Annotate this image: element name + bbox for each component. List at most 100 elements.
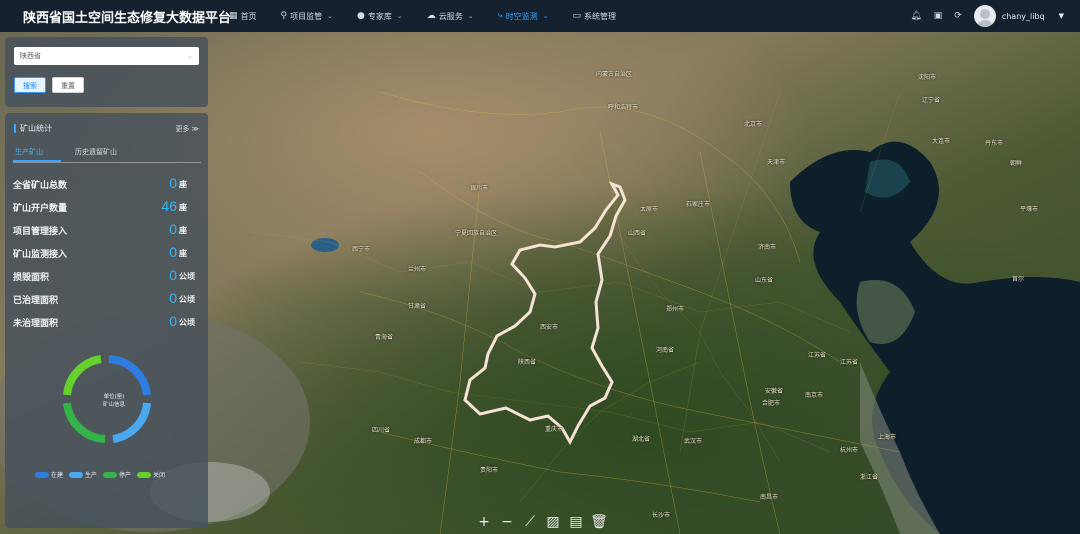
- map-label: 贵阳市: [480, 467, 499, 474]
- caret-down-icon[interactable]: ▼: [1059, 12, 1064, 20]
- stat-row-unrestored-area: 未治理面积 0 公顷: [13, 313, 203, 332]
- nav-label: 项目监管: [290, 11, 323, 21]
- map-label: 平壤市: [1020, 206, 1039, 213]
- reset-button[interactable]: 重置: [52, 77, 84, 93]
- branch-icon: ⤷: [497, 11, 503, 21]
- map-label: 江苏省: [840, 359, 859, 366]
- stat-label: 矿山开户数量: [13, 204, 68, 214]
- map-label: 朝鲜: [1010, 160, 1023, 167]
- stat-unit: 座: [179, 249, 187, 258]
- legend-item[interactable]: 关闭: [137, 470, 165, 479]
- stat-row-damaged-area: 损毁面积 0 公顷: [13, 267, 203, 286]
- legend-item[interactable]: 生产: [69, 470, 97, 479]
- ring-caption: 矿山信息: [102, 402, 125, 408]
- map-label: 安徽省: [765, 388, 784, 395]
- legend-item[interactable]: 停产: [103, 470, 131, 479]
- search-button[interactable]: 搜索: [14, 77, 46, 93]
- map-label: 济南市: [758, 244, 777, 251]
- nav-item-monitor[interactable]: ⤷ 时空监测 ⌄: [498, 11, 549, 22]
- stat-row-restored-area: 已治理面积 0 公顷: [13, 290, 203, 309]
- chevron-down-icon: ⌄: [542, 12, 549, 20]
- map-label: 辽宁省: [922, 97, 941, 104]
- map-label: 山东省: [755, 277, 774, 284]
- tab-production-mines[interactable]: 生产矿山: [15, 147, 43, 157]
- active-tab-indicator: [13, 160, 61, 162]
- map-label: 西宁市: [352, 246, 371, 253]
- stat-unit: 公顷: [179, 295, 195, 304]
- legend-swatch: [69, 471, 84, 478]
- more-link[interactable]: 更多 ≫: [175, 124, 199, 134]
- stat-unit: 座: [179, 180, 187, 189]
- map-label: 甘肃省: [408, 303, 427, 310]
- mine-stats-panel: 矿山统计 更多 ≫ 生产矿山 历史遗留矿山 全省矿山总数 0 座 矿山开户数量 …: [5, 113, 208, 528]
- link-icon: ⚲: [280, 11, 288, 21]
- screen-icon[interactable]: ▣: [934, 11, 943, 21]
- legend-swatch: [35, 471, 49, 478]
- stat-row-accounts: 矿山开户数量 46 座: [13, 198, 203, 217]
- nav-item-experts[interactable]: ● 专家库 ⌄: [357, 11, 403, 22]
- chevron-down-icon: ⌄: [327, 12, 333, 20]
- stat-label: 全省矿山总数: [13, 181, 68, 191]
- stat-unit: 公顷: [179, 272, 195, 281]
- stat-unit: 座: [179, 203, 187, 212]
- stat-unit: 座: [179, 226, 187, 235]
- tab-legacy-mines[interactable]: 历史遗留矿山: [75, 147, 117, 157]
- map-label: 天津市: [767, 159, 786, 166]
- measure-line-icon[interactable]: ⟋: [520, 513, 540, 531]
- map-label: 银川市: [470, 185, 489, 192]
- nav-item-cloud[interactable]: ☁ 云服务 ⌄: [427, 11, 474, 22]
- map-label: 南京市: [805, 392, 824, 399]
- map-label: 陕西省: [518, 359, 537, 366]
- map-label: 太原市: [640, 206, 659, 213]
- stat-value: 0: [169, 267, 177, 283]
- zoom-in-icon[interactable]: +: [474, 513, 494, 531]
- map-label: 丹东市: [985, 140, 1004, 147]
- map-label: 大连市: [932, 138, 951, 145]
- nav-item-project[interactable]: ⚲ 项目监管 ⌄: [281, 11, 333, 22]
- map-label: 郑州市: [666, 306, 685, 313]
- map-label: 武汉市: [684, 438, 703, 445]
- region-select-value: 陕西省: [20, 52, 41, 60]
- legend-swatch: [103, 471, 118, 478]
- ring-legend: 在建 生产 停产 关闭: [35, 470, 171, 479]
- panel-title: 矿山统计: [14, 124, 52, 133]
- avatar[interactable]: [973, 5, 996, 27]
- nav-label: 云服务: [438, 11, 463, 21]
- delete-icon[interactable]: 🗑: [589, 513, 609, 531]
- refresh-icon[interactable]: ⟳: [954, 11, 962, 21]
- ring-center-text: 单位(座) 矿山信息: [79, 393, 149, 409]
- map-label: 石家庄市: [686, 201, 711, 208]
- measure-area-icon[interactable]: ▨: [543, 513, 563, 531]
- stat-unit: 公顷: [179, 318, 195, 327]
- map-label: 首尔: [1012, 276, 1025, 283]
- stat-value: 46: [161, 198, 177, 214]
- map-label: 湖北省: [632, 436, 651, 443]
- bell-icon[interactable]: 🔔︎: [910, 11, 921, 21]
- stat-value: 0: [169, 313, 177, 329]
- legend-swatch: [137, 471, 152, 478]
- nav-label: 时空监测: [505, 11, 538, 21]
- cloud-icon: ☁: [426, 11, 436, 21]
- map-label: 沈阳市: [918, 74, 937, 81]
- nav-item-system[interactable]: ▭ 系统管理: [573, 11, 617, 22]
- stat-label: 矿山监测接入: [13, 250, 68, 260]
- nav-label: 系统管理: [584, 11, 617, 21]
- nav-label: 专家库: [367, 11, 392, 21]
- stats-tabs: 生产矿山 历史遗留矿山: [13, 144, 201, 163]
- map-label: 重庆市: [545, 426, 564, 433]
- legend-item[interactable]: 在建: [35, 470, 63, 479]
- map-label: 合肥市: [762, 400, 781, 407]
- ring-segment-building: [108, 355, 151, 396]
- map-label: 山西省: [628, 230, 647, 237]
- stat-label: 损毁面积: [13, 273, 50, 283]
- region-select[interactable]: 陕西省 ⌄: [14, 47, 199, 65]
- region-filter-panel: 陕西省 ⌄ 搜索 重置: [5, 37, 208, 107]
- nav-item-home[interactable]: ▦ 首页: [229, 11, 257, 22]
- stat-value: 0: [169, 175, 177, 191]
- ring-unit-label: 单位(座): [103, 394, 125, 400]
- map-label: 青海省: [375, 334, 394, 341]
- user-name[interactable]: chany_libq: [1002, 12, 1045, 21]
- zoom-out-icon[interactable]: −: [497, 513, 517, 531]
- draw-rect-icon[interactable]: ▤: [566, 513, 586, 531]
- header-tools: 🔔︎ ▣ ⟳ chany_libq ▼: [910, 0, 1080, 32]
